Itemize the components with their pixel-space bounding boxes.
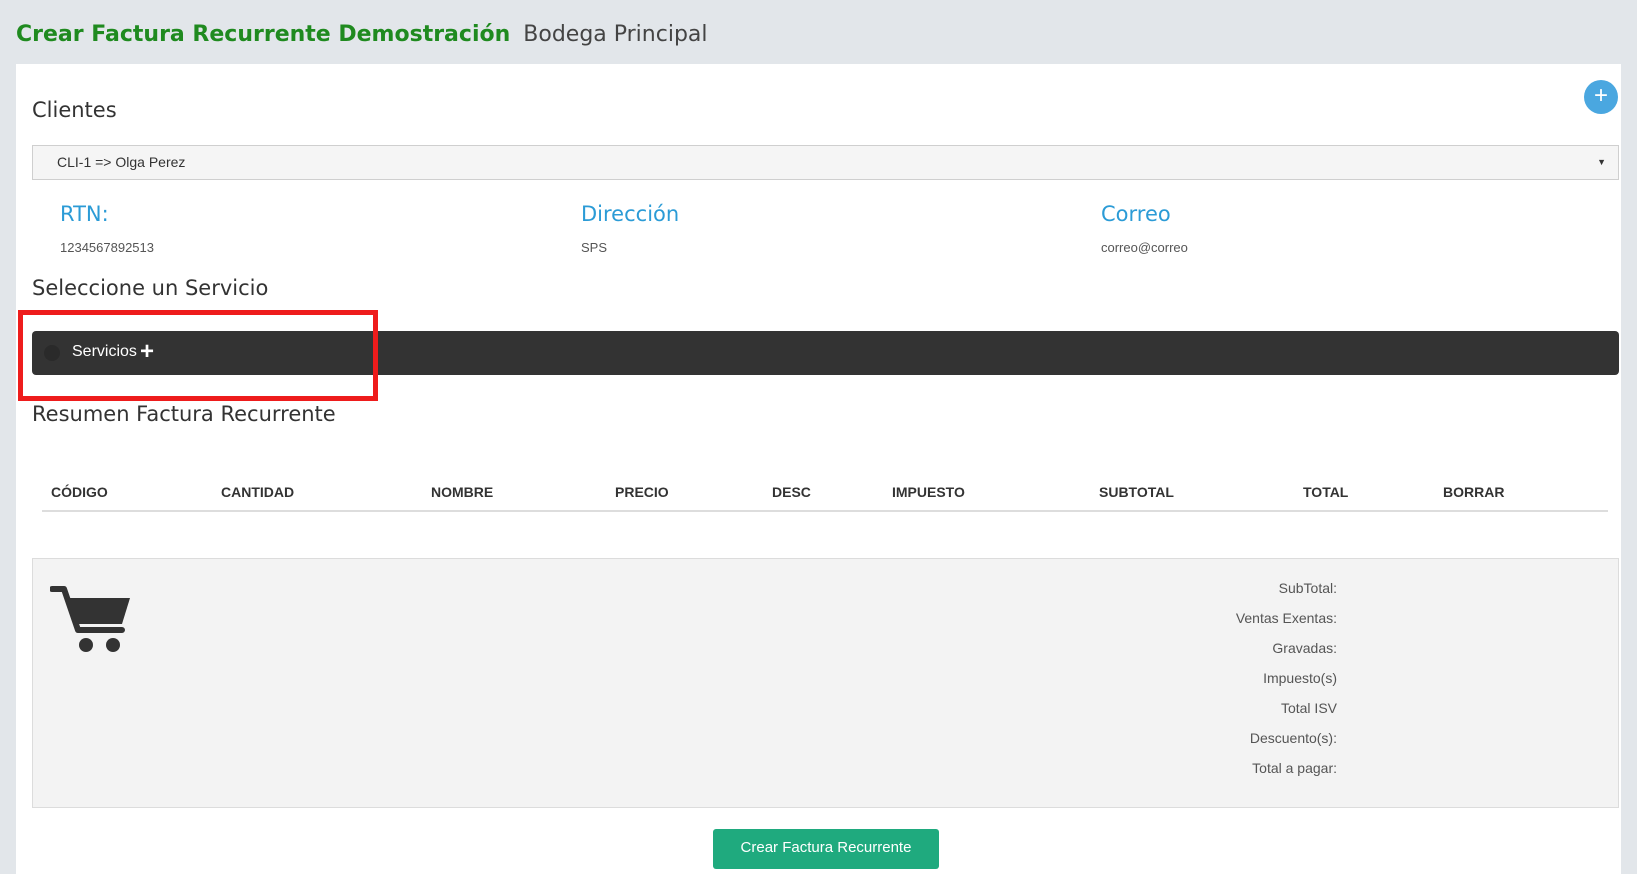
column-header-tax: IMPUESTO	[892, 484, 965, 500]
column-header-quantity: CANTIDAD	[221, 484, 295, 500]
rtn-label: RTN:	[60, 202, 109, 226]
client-select[interactable]: CLI-1 => Olga Perez ▼	[32, 145, 1619, 180]
column-header-name: NOMBRE	[431, 484, 494, 500]
create-recurring-invoice-button[interactable]: Crear Factura Recurrente	[713, 829, 939, 869]
toggle-dot-icon	[44, 345, 60, 361]
subtotal-label: SubTotal:	[1278, 580, 1337, 596]
rtn-value: 1234567892513	[60, 240, 154, 255]
services-accordion[interactable]: Servicios +	[32, 331, 1619, 375]
column-header-delete: BORRAR	[1443, 484, 1505, 500]
email-label: Correo	[1101, 202, 1171, 226]
plus-icon: +	[140, 338, 155, 365]
discounts-label: Descuento(s):	[1249, 730, 1337, 746]
total-isv-label: Total ISV	[1280, 700, 1337, 716]
add-client-button[interactable]: +	[1584, 80, 1618, 114]
page-title: Crear Factura Recurrente Demostración	[16, 22, 511, 47]
shopping-cart-icon	[50, 586, 130, 652]
column-header-price: PRECIO	[615, 484, 669, 500]
totals-panel	[32, 558, 1619, 808]
address-value: SPS	[581, 240, 608, 255]
taxed-label: Gravadas:	[1272, 640, 1337, 656]
services-label: Servicios	[72, 343, 137, 360]
column-header-subtotal: SUBTOTAL	[1099, 484, 1174, 500]
column-header-code: CÓDIGO	[51, 484, 108, 500]
column-header-discount: DESC	[772, 484, 811, 500]
table-divider	[42, 510, 1608, 512]
exempt-sales-label: Ventas Exentas:	[1235, 610, 1337, 626]
plus-icon: +	[1593, 82, 1608, 109]
email-value: correo@correo	[1101, 240, 1188, 255]
page-subtitle: Bodega Principal	[523, 22, 708, 47]
summary-title: Resumen Factura Recurrente	[32, 402, 336, 426]
clients-title: Clientes	[32, 98, 117, 122]
chevron-down-icon: ▼	[1597, 157, 1606, 167]
taxes-label: Impuesto(s)	[1263, 670, 1337, 686]
page-header: Crear Factura Recurrente Demostración Bo…	[16, 22, 708, 47]
column-header-total: TOTAL	[1303, 484, 1349, 500]
client-select-value: CLI-1 => Olga Perez	[57, 154, 186, 170]
address-label: Dirección	[581, 202, 680, 226]
total-to-pay-label: Total a pagar:	[1252, 760, 1337, 776]
services-title: Seleccione un Servicio	[32, 276, 269, 300]
